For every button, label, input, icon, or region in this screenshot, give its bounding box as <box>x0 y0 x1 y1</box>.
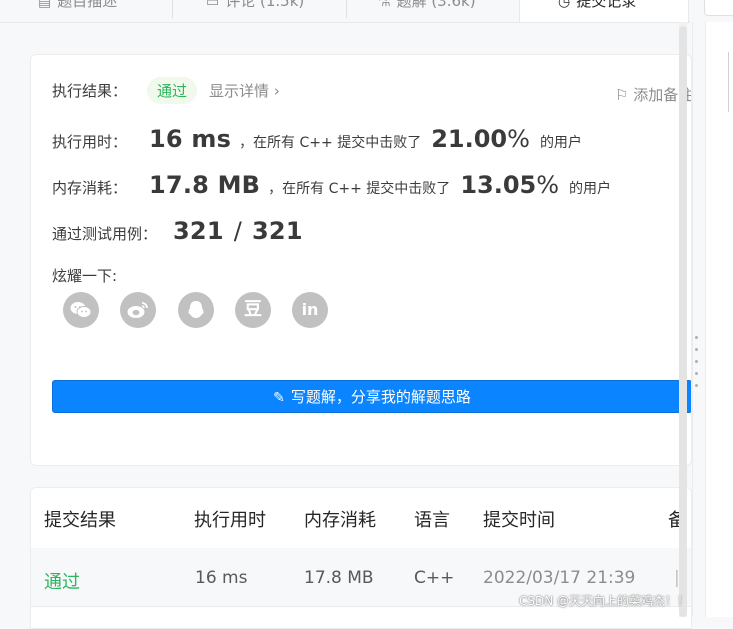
memory-row: 内存消耗： 17.8 MB ，在所有 C++ 提交中击败了 13.05% 的用户 <box>52 171 611 199</box>
tests-row: 通过测试用例： 321 / 321 <box>52 217 311 245</box>
panel-resize-handle[interactable] <box>695 336 699 400</box>
memory-value: 17.8 MB <box>149 171 261 199</box>
tab-comments-label: 评论 (1.5k) <box>225 0 305 10</box>
row-language: C++ <box>414 568 455 588</box>
drag-dot <box>695 372 698 375</box>
weibo-glyph <box>127 302 148 318</box>
status-row: 执行结果： 通过 显示详情 › <box>52 77 280 104</box>
douban-glyph: 豆 <box>244 299 262 320</box>
qq-glyph <box>188 301 204 318</box>
panel-control-button[interactable] <box>704 0 733 16</box>
row-runtime: 16 ms <box>195 568 248 588</box>
runtime-percentile: 21.00% <box>431 125 530 153</box>
row-result-link[interactable]: 通过 <box>44 568 80 594</box>
row-memory: 17.8 MB <box>304 568 374 588</box>
clock-icon: ◷ <box>558 0 571 10</box>
write-solution-button[interactable]: ✎ 写题解，分享我的解题思路 <box>52 380 691 413</box>
header-language: 语言 <box>414 510 450 531</box>
header-runtime: 执行用时 <box>194 510 266 531</box>
watermark: CSDN @天天向上的菜鸡杰！！ <box>519 594 690 608</box>
code-editor-panel <box>705 22 733 617</box>
row-submit-time: 2022/03/17 21:39 <box>483 568 636 588</box>
flag-icon: ⚐ <box>615 86 634 104</box>
header-memory: 内存消耗 <box>304 510 376 531</box>
drag-dot <box>695 384 698 387</box>
wechat-glyph <box>70 302 92 318</box>
tab-description[interactable]: ▤ 题目描述 <box>38 0 117 22</box>
scrollbar-thumb[interactable] <box>679 26 687 617</box>
linkedin-glyph: in <box>301 300 319 319</box>
solution-icon: ⚗ <box>378 0 391 10</box>
runtime-row: 执行用时： 16 ms ，在所有 C++ 提交中击败了 21.00% 的用户 <box>52 125 582 153</box>
share-title: 炫耀一下: <box>52 267 118 285</box>
comment-icon: ▭ <box>206 0 220 10</box>
status-badge: 通过 <box>147 77 198 104</box>
qq-icon[interactable] <box>178 292 214 328</box>
tests-total: 321 <box>252 217 303 245</box>
chevron-right-icon: › <box>269 82 280 100</box>
tab-submissions-label: 提交记录 <box>576 0 637 10</box>
document-icon: ▤ <box>38 0 52 10</box>
pencil-icon: ✎ <box>273 390 285 406</box>
tab-submissions[interactable]: ◷ 提交记录 <box>519 0 689 22</box>
editor-edge <box>728 52 729 112</box>
runtime-percentile-value: 21.00 <box>431 125 508 153</box>
tab-separator <box>346 0 347 18</box>
memory-percentile-value: 13.05 <box>460 171 537 199</box>
tab-solutions-label: 题解 (3.6k) <box>396 0 476 10</box>
percent-sign: % <box>507 125 530 153</box>
header-submit-time: 提交时间 <box>483 510 555 531</box>
runtime-beat-text: ，在所有 C++ 提交中击败了 <box>239 135 422 151</box>
tab-comments[interactable]: ▭ 评论 (1.5k) <box>206 0 304 22</box>
memory-tail-text: 的用户 <box>569 181 612 197</box>
show-details-label: 显示详情 <box>209 82 270 100</box>
drag-dot <box>695 360 698 363</box>
linkedin-icon[interactable]: in <box>292 292 328 328</box>
header-result: 提交结果 <box>44 510 116 531</box>
weibo-icon[interactable] <box>120 292 156 328</box>
tests-separator: / <box>233 217 243 245</box>
tab-bar: ▤ 题目描述 ▭ 评论 (1.5k) ⚗ 题解 (3.6k) ◷ 提交记录 <box>0 0 690 23</box>
memory-beat-text: ，在所有 C++ 提交中击败了 <box>268 181 451 197</box>
tab-separator <box>172 0 173 18</box>
runtime-label: 执行用时： <box>52 133 128 151</box>
tab-solutions[interactable]: ⚗ 题解 (3.6k) <box>378 0 476 22</box>
douban-icon[interactable]: 豆 <box>235 292 271 328</box>
tests-label: 通过测试用例： <box>52 225 158 243</box>
panel-divider <box>692 22 693 617</box>
tests-passed: 321 <box>173 217 224 245</box>
show-details-link[interactable]: 显示详情 › <box>209 80 280 101</box>
percent-sign: % <box>536 171 560 199</box>
table-header: 提交结果 执行用时 内存消耗 语言 提交时间 备 <box>31 488 691 549</box>
runtime-tail-text: 的用户 <box>539 135 582 151</box>
drag-dot <box>695 348 698 351</box>
write-solution-label: 写题解，分享我的解题思路 <box>290 388 471 406</box>
submission-result-card: 执行结果： 通过 显示详情 › ⚐ 添加备注 执行用时： 16 ms ，在所有 … <box>30 54 692 466</box>
runtime-value: 16 ms <box>149 125 232 153</box>
memory-percentile: 13.05% <box>460 171 559 199</box>
memory-label: 内存消耗： <box>52 179 128 197</box>
wechat-icon[interactable] <box>63 292 99 328</box>
drag-dot <box>695 336 698 339</box>
tab-description-label: 题目描述 <box>57 0 118 10</box>
status-label: 执行结果： <box>52 82 128 100</box>
